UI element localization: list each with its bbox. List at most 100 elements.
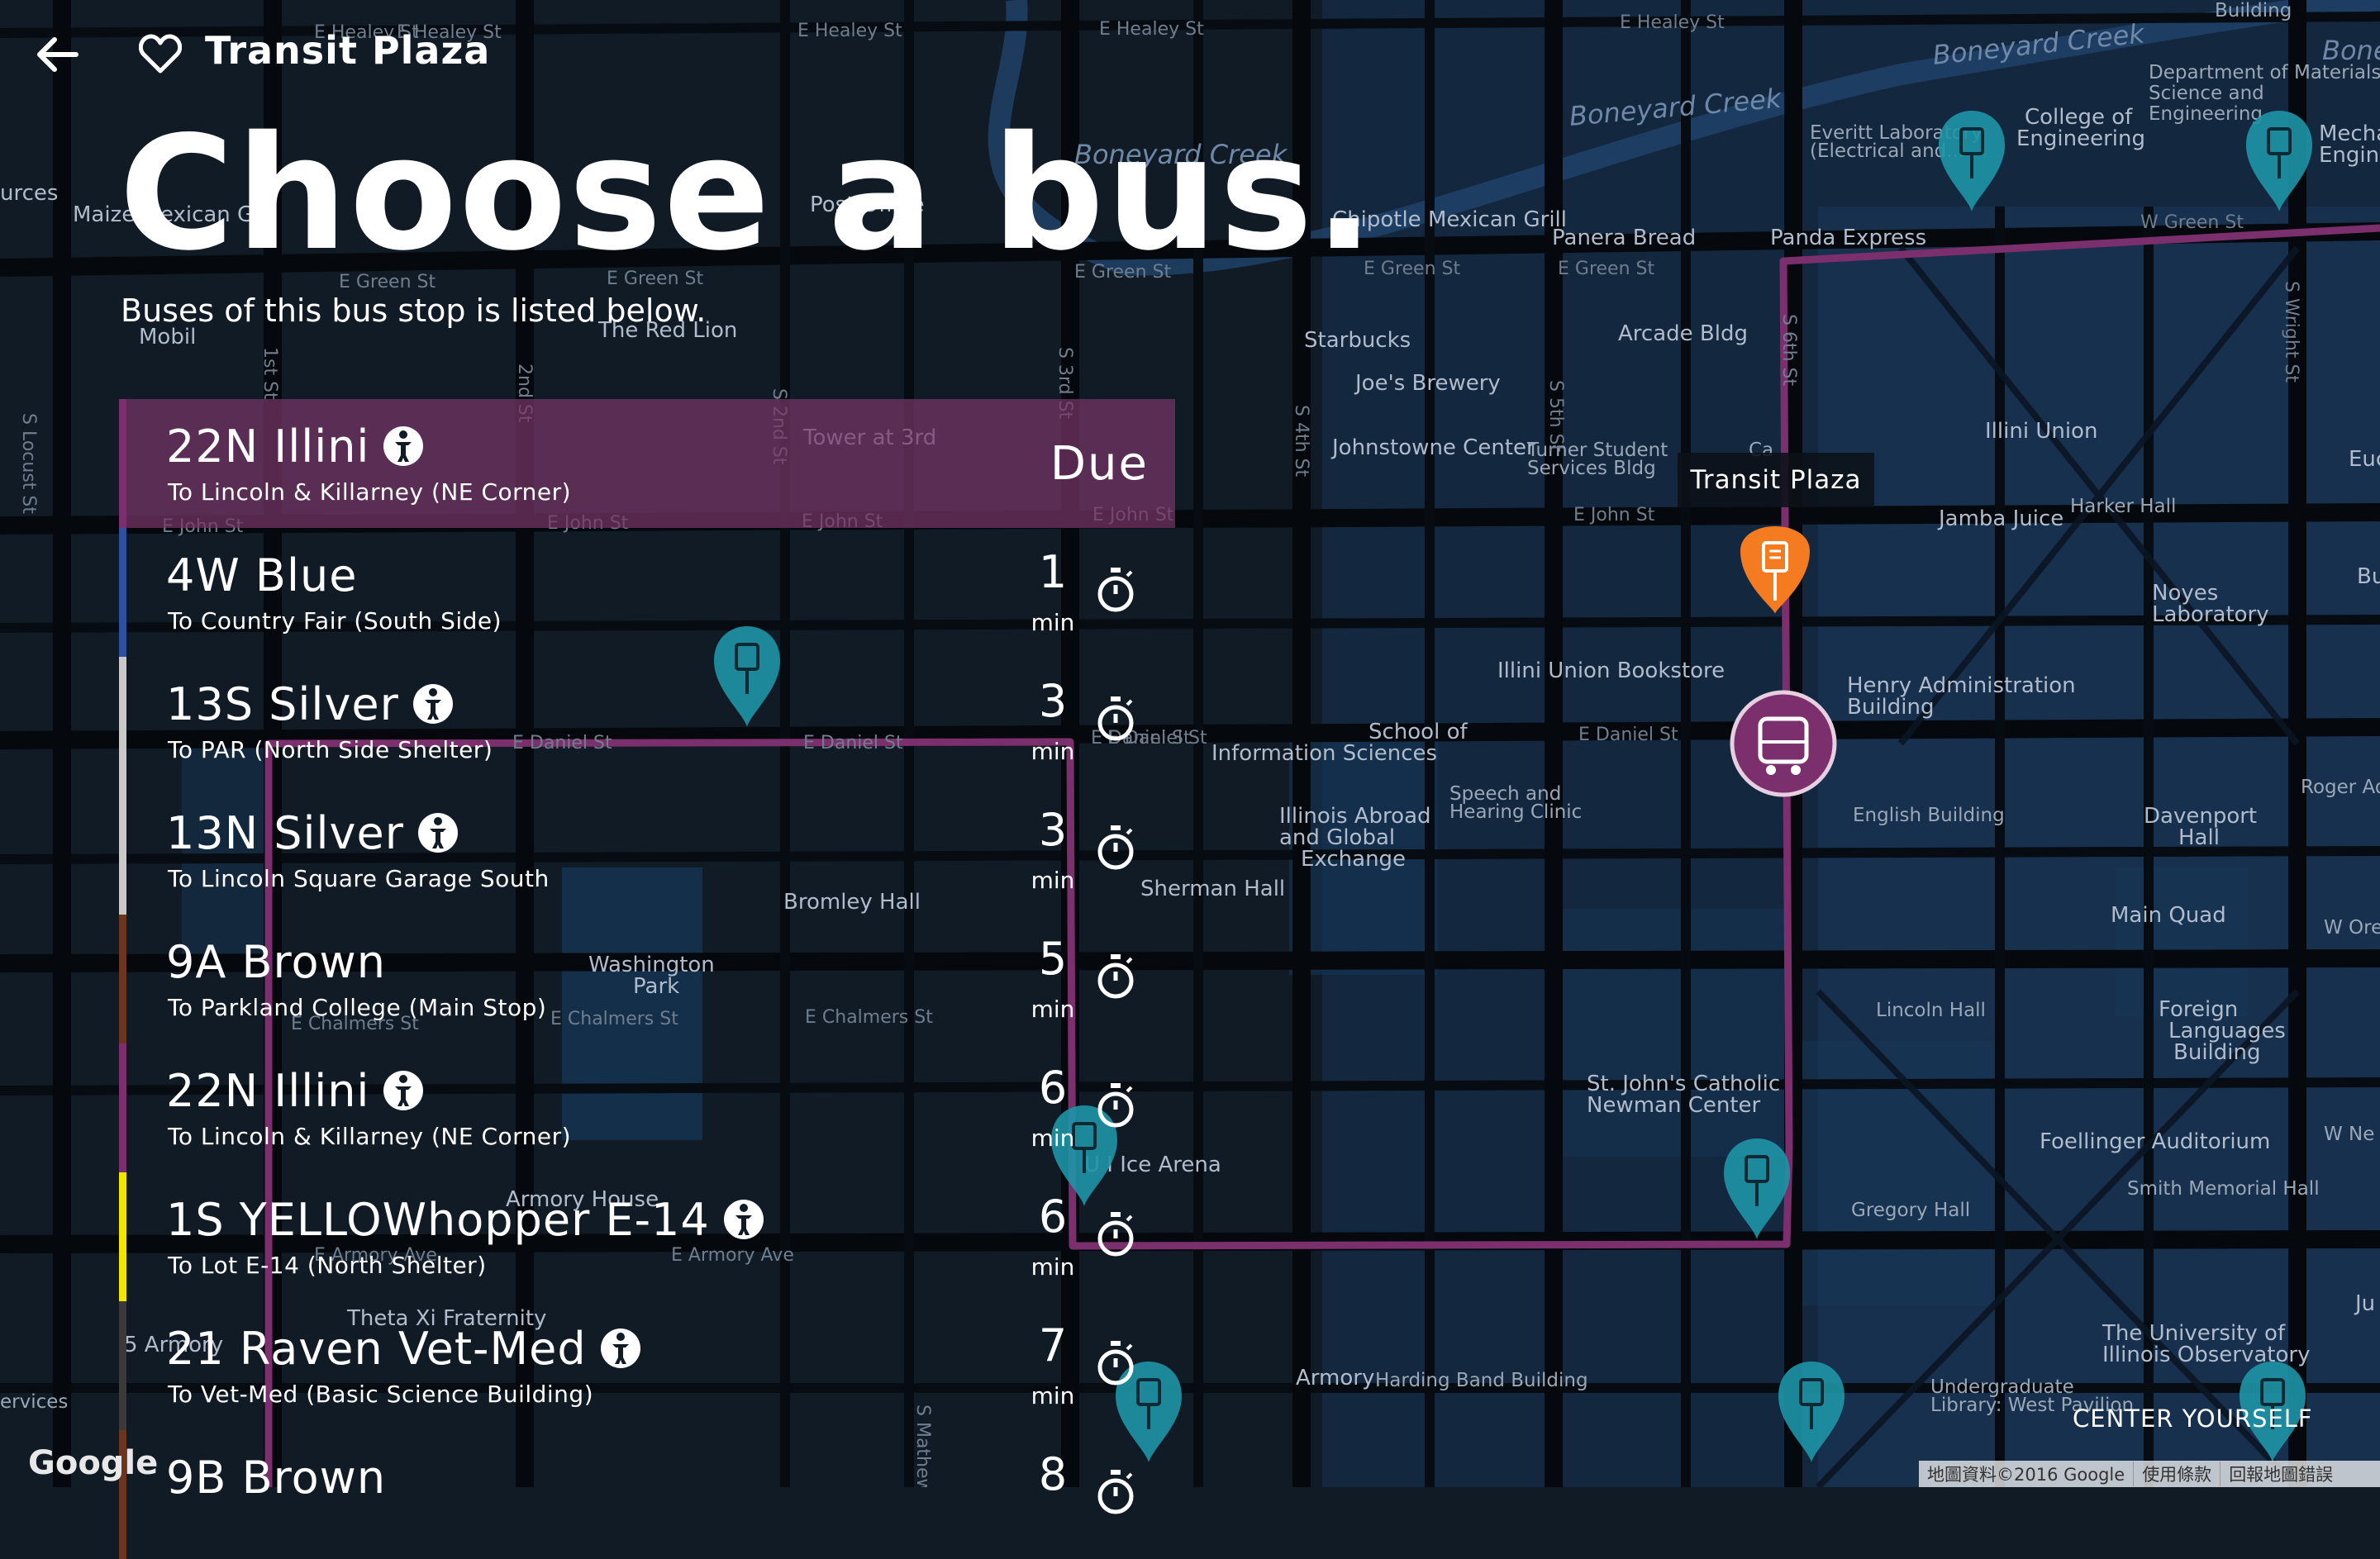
favorite-heart-icon[interactable] [139,33,182,74]
timer-icon [1095,1212,1136,1258]
route-color-stripe [119,528,126,657]
eta-minutes: 6 [1038,1191,1068,1243]
map-label: S Locust St [18,413,39,514]
map-label: W Green St [2140,212,2244,233]
bus-destination: To Lot E-14 (North Shelter) [168,1252,487,1279]
eta-minutes: 5 [1038,933,1068,985]
map-label: Armory [1296,1366,1374,1390]
timer-icon [1095,696,1136,743]
map-label: Illini Union [1985,419,2097,444]
map-label: E Daniel St [1578,725,1678,745]
timer-icon [1095,1470,1136,1516]
wheelchair-accessible-icon [417,812,459,853]
map-label: Engine [2319,143,2380,168]
bus-destination: To Lincoln Square Garage South [168,865,550,892]
bus-row[interactable]: 13N Silver To Lincoln Square Garage South… [119,786,1175,915]
map-label: Building [2173,1040,2260,1065]
bus-route-name: 21 Raven Vet-Med [166,1323,641,1375]
map-label: Panera Bread [1552,226,1696,250]
bus-route-label: 4W Blue [166,549,358,601]
map-label: Lincoln Hall [1876,1000,1986,1021]
bus-route-label: 13S Silver [166,678,399,730]
bus-row[interactable]: 9B Brown 8 [119,1430,1175,1559]
bus-route-name: 22N Illini [166,421,424,473]
map-label: Harding Band Building [1375,1370,1588,1391]
bus-row[interactable]: 22N Illini To Lincoln & Killarney (NE Cor… [119,399,1175,528]
map-label: Hall [2178,825,2220,850]
route-color-stripe [119,1043,126,1172]
map-label: S 6th St [1778,314,1799,386]
bus-destination: To Parkland College (Main Stop) [168,994,547,1021]
map-label: urces [0,181,58,206]
bus-route-name: 13S Silver [166,678,454,730]
map-label: Joe's Brewery [1354,371,1501,396]
bus-row[interactable]: 4W Blue To Country Fair (South Side) 1 min [119,528,1175,657]
map-label: Arcade Bldg [1618,321,1748,346]
map-label: S Wright St [2281,281,2301,383]
map-label: E Healey St [797,21,902,41]
map-label: Science and [2149,83,2264,104]
map-label: Engineering [2149,103,2263,125]
timer-icon [1095,825,1136,872]
map-label: Services Bldg [1527,458,1656,479]
map-attribution-bar: 地圖資料©2016 Google 使用條款 回報地圖錯誤 [1919,1461,2380,1487]
map-label: E John St [1573,505,1655,525]
eta-minutes: 6 [1038,1062,1068,1114]
eta-minutes: 3 [1038,804,1068,856]
map-label: Hearing Clinic [1449,801,1582,823]
eta-unit: min [1031,738,1075,765]
route-color-stripe [119,915,126,1043]
eta-unit: min [1031,1124,1075,1152]
bus-row[interactable]: 22N Illini To Lincoln & Killarney (NE Cor… [119,1043,1175,1172]
map-data-copyright: 地圖資料©2016 Google [1919,1462,2135,1486]
wheelchair-accessible-icon [412,683,454,725]
timer-icon [1095,1083,1136,1129]
bus-row[interactable]: 21 Raven Vet-Med To Vet-Med (Basic Scienc… [119,1301,1175,1430]
bus-row[interactable]: 1S YELLOWhopper E-14 To Lot E-14 (North S… [119,1172,1175,1301]
bus-route-label: 21 Raven Vet-Med [166,1323,587,1375]
center-yourself-button[interactable]: CENTER YOURSELF [2073,1405,2313,1433]
map-label: Newman Center [1587,1093,1761,1118]
bus-route-name: 4W Blue [166,549,357,601]
bus-route-name: 1S YELLOWhopper E-14 [166,1194,764,1246]
stop-title: Transit Plaza [205,28,491,73]
eta-minutes: 7 [1038,1319,1068,1371]
route-color-stripe [119,786,126,915]
eta-unit: min [1031,1382,1075,1409]
route-color-stripe [119,1301,126,1430]
report-map-error-link[interactable]: 回報地圖錯誤 [2221,1462,2341,1486]
bus-route-name: 13N Silver [166,807,459,859]
map-label: English Building [1853,805,2005,826]
wheelchair-accessible-icon [383,425,424,467]
bus-route-name: 9B Brown [166,1452,386,1504]
map-label: Euclid St [2349,447,2380,472]
route-color-stripe [119,657,126,786]
bus-row[interactable]: 9A Brown To Parkland College (Main Stop) 5… [119,915,1175,1043]
map-label: Exchange [1301,847,1406,872]
map-label: Building [2215,0,2292,21]
wheelchair-accessible-icon [383,1070,424,1111]
bus-route-label: 13N Silver [166,807,404,859]
map-label: W Ne [2324,1124,2374,1145]
map-label: Bur [2357,564,2380,589]
bus-row[interactable]: 13S Silver To PAR (North Side Shelter) 3 mi… [119,657,1175,786]
bus-location-marker[interactable] [1730,690,1837,797]
map-label: Johnstowne Center [1330,435,1535,460]
bus-destination: To PAR (North Side Shelter) [168,736,493,763]
map-label: Panda Express [1770,226,1926,250]
route-color-stripe [119,1172,126,1301]
timer-icon [1095,1341,1136,1387]
bus-route-label: 9B Brown [166,1452,387,1504]
eta-minutes: 3 [1038,675,1068,727]
back-arrow-icon[interactable] [33,31,79,78]
map-label: Illini Union Bookstore [1497,658,1725,683]
map-label: 1st St [259,347,280,400]
map-label: Department of Materials [2149,62,2380,83]
map-label: ervices [0,1391,68,1413]
wheelchair-accessible-icon [600,1328,641,1369]
map-label: Jamba Juice [1937,506,2063,531]
terms-of-use-link[interactable]: 使用條款 [2134,1462,2221,1486]
page-subheadline: Buses of this bus stop is listed below. [121,292,707,329]
bus-route-name: 9A Brown [166,936,386,988]
map-label: E Healey St [1620,12,1725,33]
